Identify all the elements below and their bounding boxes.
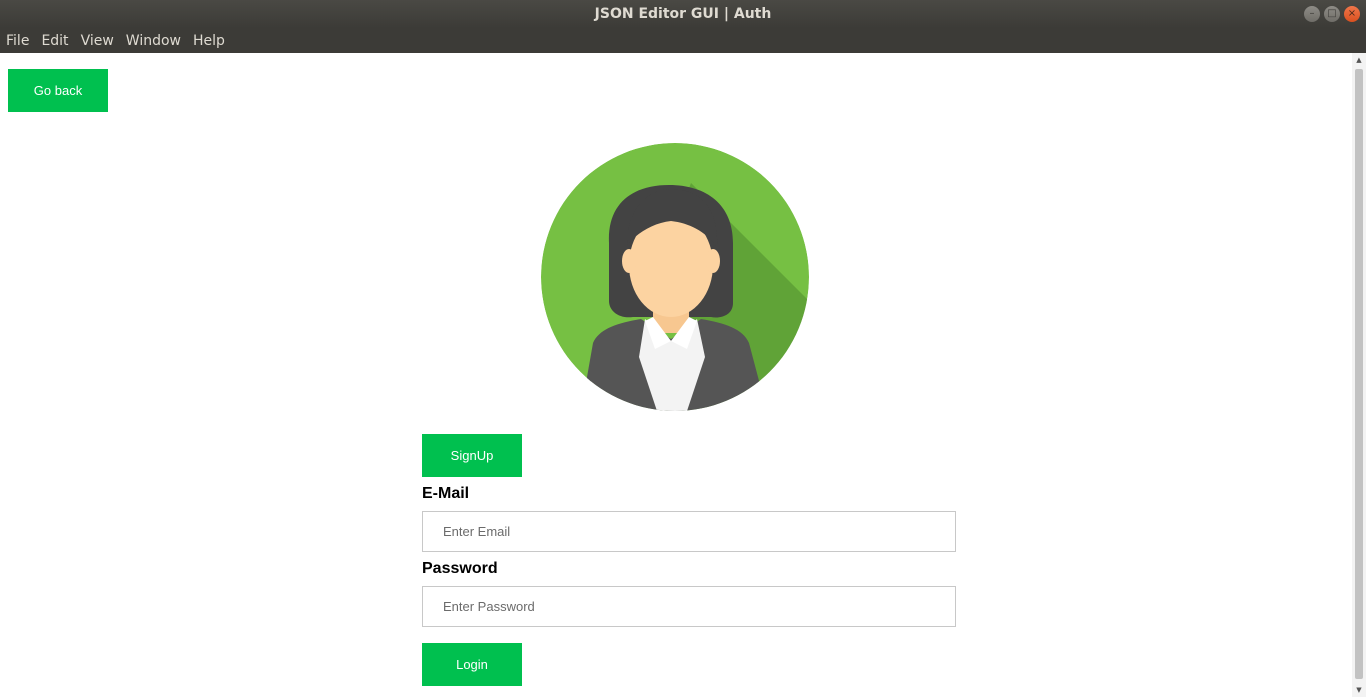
minimize-button[interactable]: – (1304, 6, 1320, 22)
signup-button[interactable]: SignUp (422, 434, 522, 477)
menu-edit[interactable]: Edit (35, 28, 74, 53)
menu-window[interactable]: Window (120, 28, 187, 53)
password-field[interactable] (422, 586, 956, 627)
scroll-up-arrow-icon[interactable]: ▲ (1352, 53, 1366, 67)
email-label: E-Mail (422, 485, 470, 502)
title-bar: JSON Editor GUI | Auth – □ × (0, 0, 1366, 28)
scroll-down-arrow-icon[interactable]: ▼ (1352, 683, 1366, 697)
vertical-scrollbar[interactable]: ▲ ▼ (1352, 53, 1366, 697)
menu-bar: File Edit View Window Help (0, 28, 1366, 53)
menu-file[interactable]: File (6, 28, 35, 53)
login-button[interactable]: Login (422, 643, 522, 686)
maximize-button[interactable]: □ (1324, 6, 1340, 22)
woman-avatar-icon (541, 143, 809, 411)
auth-page: Go back SignUp E-Mail Enter Email Passwo… (0, 53, 1352, 697)
scroll-thumb[interactable] (1355, 69, 1363, 679)
email-field[interactable] (422, 511, 956, 552)
window-controls: – □ × (1304, 6, 1360, 22)
menu-help[interactable]: Help (187, 28, 231, 53)
menu-view[interactable]: View (75, 28, 120, 53)
go-back-button[interactable]: Go back (8, 69, 108, 112)
password-label: Password (422, 560, 498, 577)
window-title: JSON Editor GUI | Auth (594, 6, 772, 22)
close-button[interactable]: × (1344, 6, 1360, 22)
